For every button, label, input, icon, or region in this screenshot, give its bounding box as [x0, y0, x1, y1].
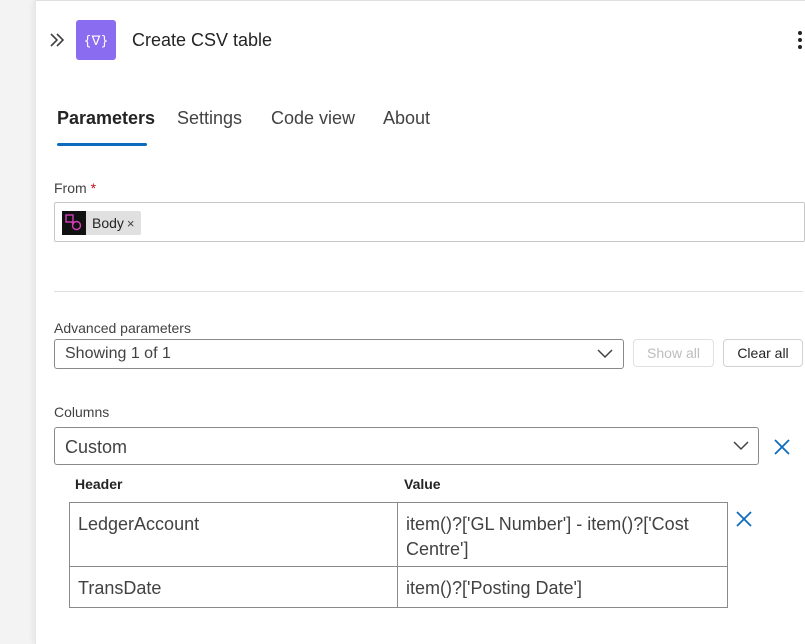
- collapse-panel-icon[interactable]: [48, 30, 68, 50]
- row-1-value-input[interactable]: item()?['GL Number'] - item()?['Cost Cen…: [397, 502, 728, 567]
- dynamic-content-icon: [62, 211, 86, 235]
- action-icon-glyph: {∇}: [84, 34, 108, 49]
- tab-code-view[interactable]: Code view: [271, 108, 355, 129]
- advanced-parameters-dropdown[interactable]: Showing 1 of 1: [54, 339, 624, 369]
- columns-label: Columns: [54, 404, 110, 420]
- advanced-parameters-value: Showing 1 of 1: [65, 345, 171, 362]
- from-label-text: From: [54, 180, 87, 196]
- csv-action-icon: {∇}: [76, 20, 116, 60]
- from-input[interactable]: Body ×: [54, 202, 805, 242]
- token-remove-button[interactable]: ×: [127, 216, 135, 231]
- from-label: From *: [54, 180, 96, 196]
- remove-columns-icon[interactable]: [773, 438, 791, 456]
- body-token[interactable]: Body ×: [62, 211, 141, 235]
- remove-row-icon[interactable]: [735, 510, 753, 528]
- tab-parameters[interactable]: Parameters: [57, 108, 155, 129]
- action-panel: {∇} Create CSV table Parameters Settings…: [35, 0, 805, 644]
- value-column-label: Value: [404, 476, 441, 492]
- chevron-down-icon: [733, 441, 749, 451]
- header-column-label: Header: [75, 476, 123, 492]
- more-options-icon[interactable]: [794, 28, 805, 52]
- section-divider: [54, 291, 803, 292]
- tab-settings[interactable]: Settings: [177, 108, 242, 129]
- token-label: Body: [92, 215, 124, 231]
- columns-value: Custom: [65, 437, 128, 457]
- clear-all-button[interactable]: Clear all: [723, 339, 803, 367]
- row-1-header-input[interactable]: LedgerAccount: [69, 502, 399, 567]
- advanced-parameters-label: Advanced parameters: [54, 320, 191, 336]
- columns-dropdown[interactable]: Custom: [54, 427, 759, 465]
- show-all-button[interactable]: Show all: [633, 339, 714, 367]
- row-2-value-input[interactable]: item()?['Posting Date']: [397, 566, 728, 608]
- panel-top-border: [36, 0, 805, 1]
- required-mark: *: [90, 180, 97, 196]
- active-tab-indicator: [57, 143, 147, 146]
- row-2-header-input[interactable]: TransDate: [69, 566, 399, 608]
- chevron-down-icon: [597, 349, 613, 359]
- action-title: Create CSV table: [132, 30, 273, 50]
- tab-about[interactable]: About: [383, 108, 430, 129]
